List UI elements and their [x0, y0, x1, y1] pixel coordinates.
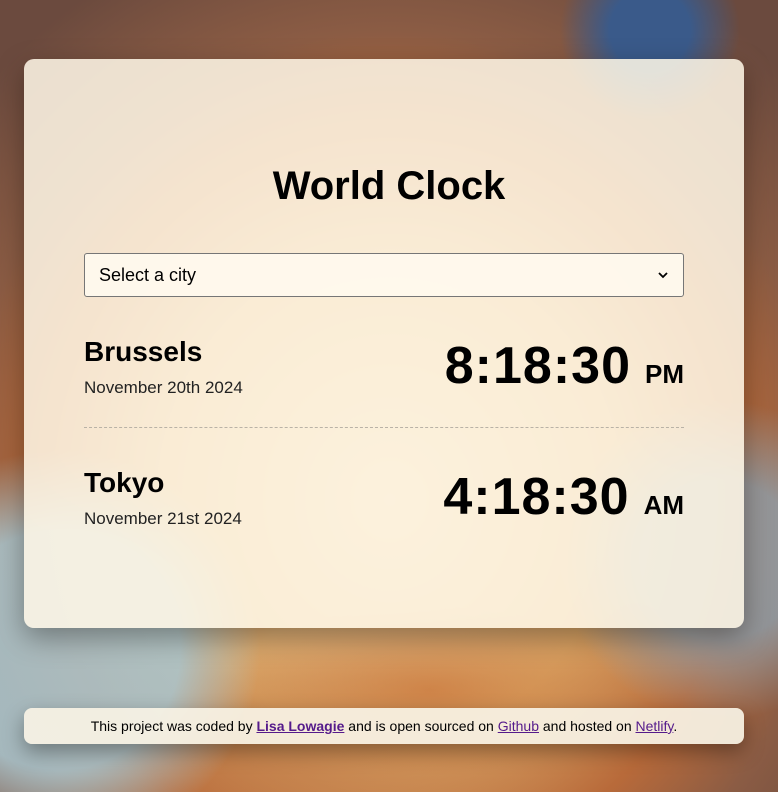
footer-text-part: and is open sourced on: [344, 718, 498, 734]
city-row-brussels: Brussels November 20th 2024 8:18:30 PM: [84, 336, 684, 456]
github-link[interactable]: Github: [498, 718, 539, 734]
footer-text-part: This project was coded by: [90, 718, 257, 734]
city-name: Tokyo: [84, 467, 165, 498]
divider: [84, 427, 684, 428]
city-time: 8:18:30 PM: [445, 336, 684, 396]
city-row-tokyo: Tokyo November 21st 2024 4:18:30 AM: [84, 467, 684, 587]
city-date: November 21st 2024: [84, 509, 242, 528]
footer-text-part: .: [673, 718, 678, 734]
footer-text-part: and hosted on: [538, 718, 636, 734]
chevron-down-icon: [658, 272, 668, 279]
city-select-value: Select a city: [99, 264, 197, 285]
city-time: 4:18:30 AM: [443, 467, 684, 527]
city-date: November 20th 2024: [84, 378, 243, 397]
city-time-value: 8:18:30: [444, 337, 631, 395]
city-name: Brussels: [84, 336, 203, 367]
city-select[interactable]: Select a city: [84, 253, 684, 297]
city-time-ampm: AM: [643, 490, 684, 520]
city-time-ampm: PM: [645, 359, 684, 389]
footer-text: This project was coded by Lisa Lowagie a…: [91, 718, 678, 734]
page-title: World Clock: [272, 164, 506, 208]
author-link[interactable]: Lisa Lowagie: [256, 718, 344, 734]
netlify-link[interactable]: Netlify: [636, 718, 674, 734]
footer: This project was coded by Lisa Lowagie a…: [24, 708, 744, 744]
city-time-value: 4:18:30: [443, 468, 630, 526]
